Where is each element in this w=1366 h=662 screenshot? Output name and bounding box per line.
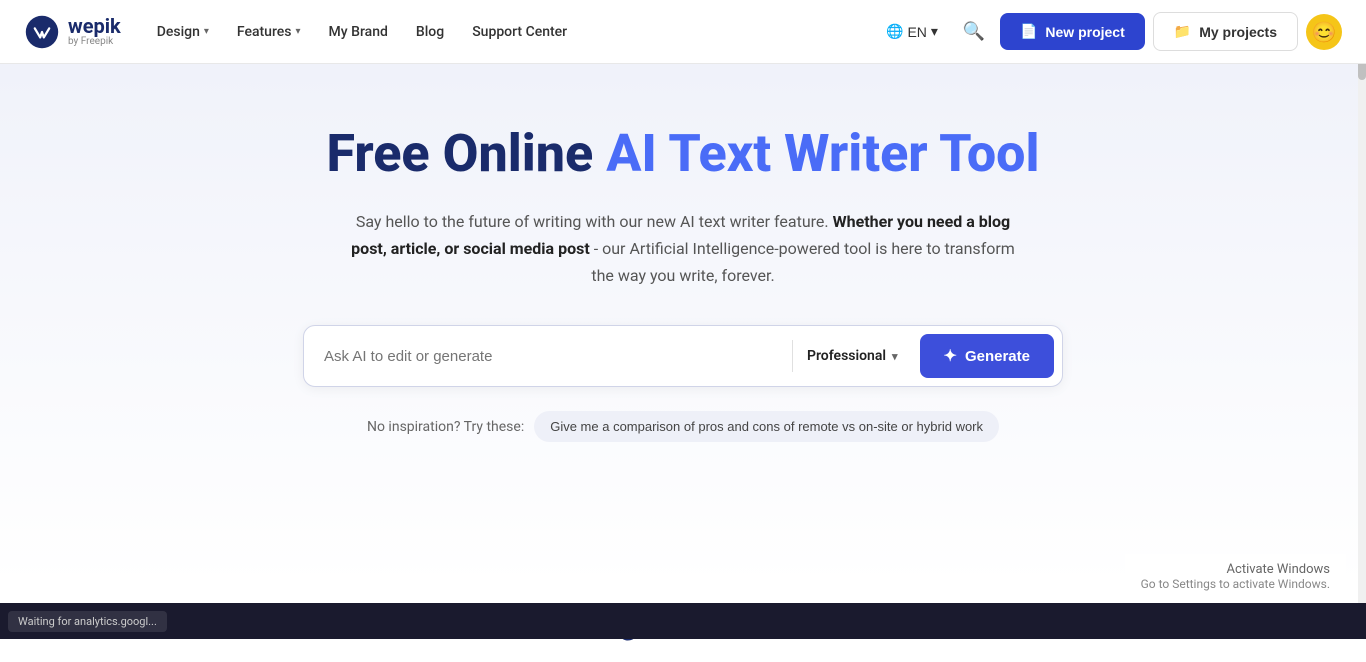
nav-right: 🌐 EN ▾ 🔍 📄 New project 📁 My projects 😊 [876,12,1342,51]
nav-support-label: Support Center [472,24,567,40]
features-chevron-icon: ▾ [296,26,301,37]
logo-text: wepik by Freepik [68,16,121,48]
language-chevron-icon: ▾ [931,23,938,40]
generate-label: Generate [965,348,1030,365]
hero-section: Free Online AI Text Writer Tool Say hell… [0,64,1366,584]
hero-title: Free Online AI Text Writer Tool [20,124,1346,184]
hero-subtitle-normal1: Say hello to the future of writing with … [356,212,829,231]
taskbar-status: Waiting for analytics.googl... [8,611,167,632]
tone-label: Professional [807,348,886,364]
search-icon: 🔍 [963,21,985,42]
nav-blog[interactable]: Blog [404,16,456,48]
nav-design[interactable]: Design ▾ [145,16,221,48]
hero-title-highlight: AI Text Writer Tool [606,123,1039,184]
my-projects-button[interactable]: 📁 My projects [1153,12,1298,51]
suggestions-row: No inspiration? Try these: Give me a com… [20,411,1346,442]
nav-blog-label: Blog [416,24,444,40]
nav-mybrand-label: My Brand [329,24,388,40]
new-project-icon: 📄 [1020,23,1037,40]
suggestions-label: No inspiration? Try these: [367,419,524,435]
my-projects-label: My projects [1199,24,1277,40]
scrollbar[interactable] [1358,0,1366,639]
navbar: wepik by Freepik Design ▾ Features ▾ My … [0,0,1366,64]
new-project-button[interactable]: 📄 New project [1000,13,1145,50]
language-label: EN [907,24,926,40]
generate-button[interactable]: ✦ Generate [920,334,1054,378]
hero-title-part1: Free Online [326,123,606,184]
avatar[interactable]: 😊 [1306,14,1342,50]
suggestion-chip-1[interactable]: Give me a comparison of pros and cons of… [534,411,999,442]
generate-star-icon: ✦ [944,346,957,366]
nav-features[interactable]: Features ▾ [225,16,313,48]
logo-freepik-label: by Freepik [68,36,121,48]
taskbar-status-label: Waiting for analytics.googl... [18,615,157,628]
language-button[interactable]: 🌐 EN ▾ [876,17,948,46]
nav-features-label: Features [237,24,292,40]
avatar-emoji: 😊 [1312,20,1337,44]
tone-selector[interactable]: Professional ▾ [792,340,912,372]
design-chevron-icon: ▾ [204,26,209,37]
hero-subtitle-normal2: - our Artificial Intelligence-powered to… [590,239,1015,285]
nav-links: Design ▾ Features ▾ My Brand Blog Suppor… [145,16,868,48]
hero-subtitle: Say hello to the future of writing with … [343,208,1023,290]
folder-icon: 📁 [1174,23,1191,40]
nav-design-label: Design [157,24,200,40]
tone-chevron-icon: ▾ [892,350,898,363]
wepik-logo-icon [24,14,60,50]
new-project-label: New project [1045,24,1124,40]
ai-input-container: Professional ▾ ✦ Generate [303,325,1063,387]
search-button[interactable]: 🔍 [956,14,992,50]
nav-support[interactable]: Support Center [460,16,579,48]
logo-wepik-label: wepik [68,16,121,36]
globe-icon: 🌐 [886,23,903,40]
nav-mybrand[interactable]: My Brand [317,16,400,48]
ai-text-input[interactable] [324,348,784,365]
taskbar: Waiting for analytics.googl... [0,603,1366,639]
logo-link[interactable]: wepik by Freepik [24,14,121,50]
